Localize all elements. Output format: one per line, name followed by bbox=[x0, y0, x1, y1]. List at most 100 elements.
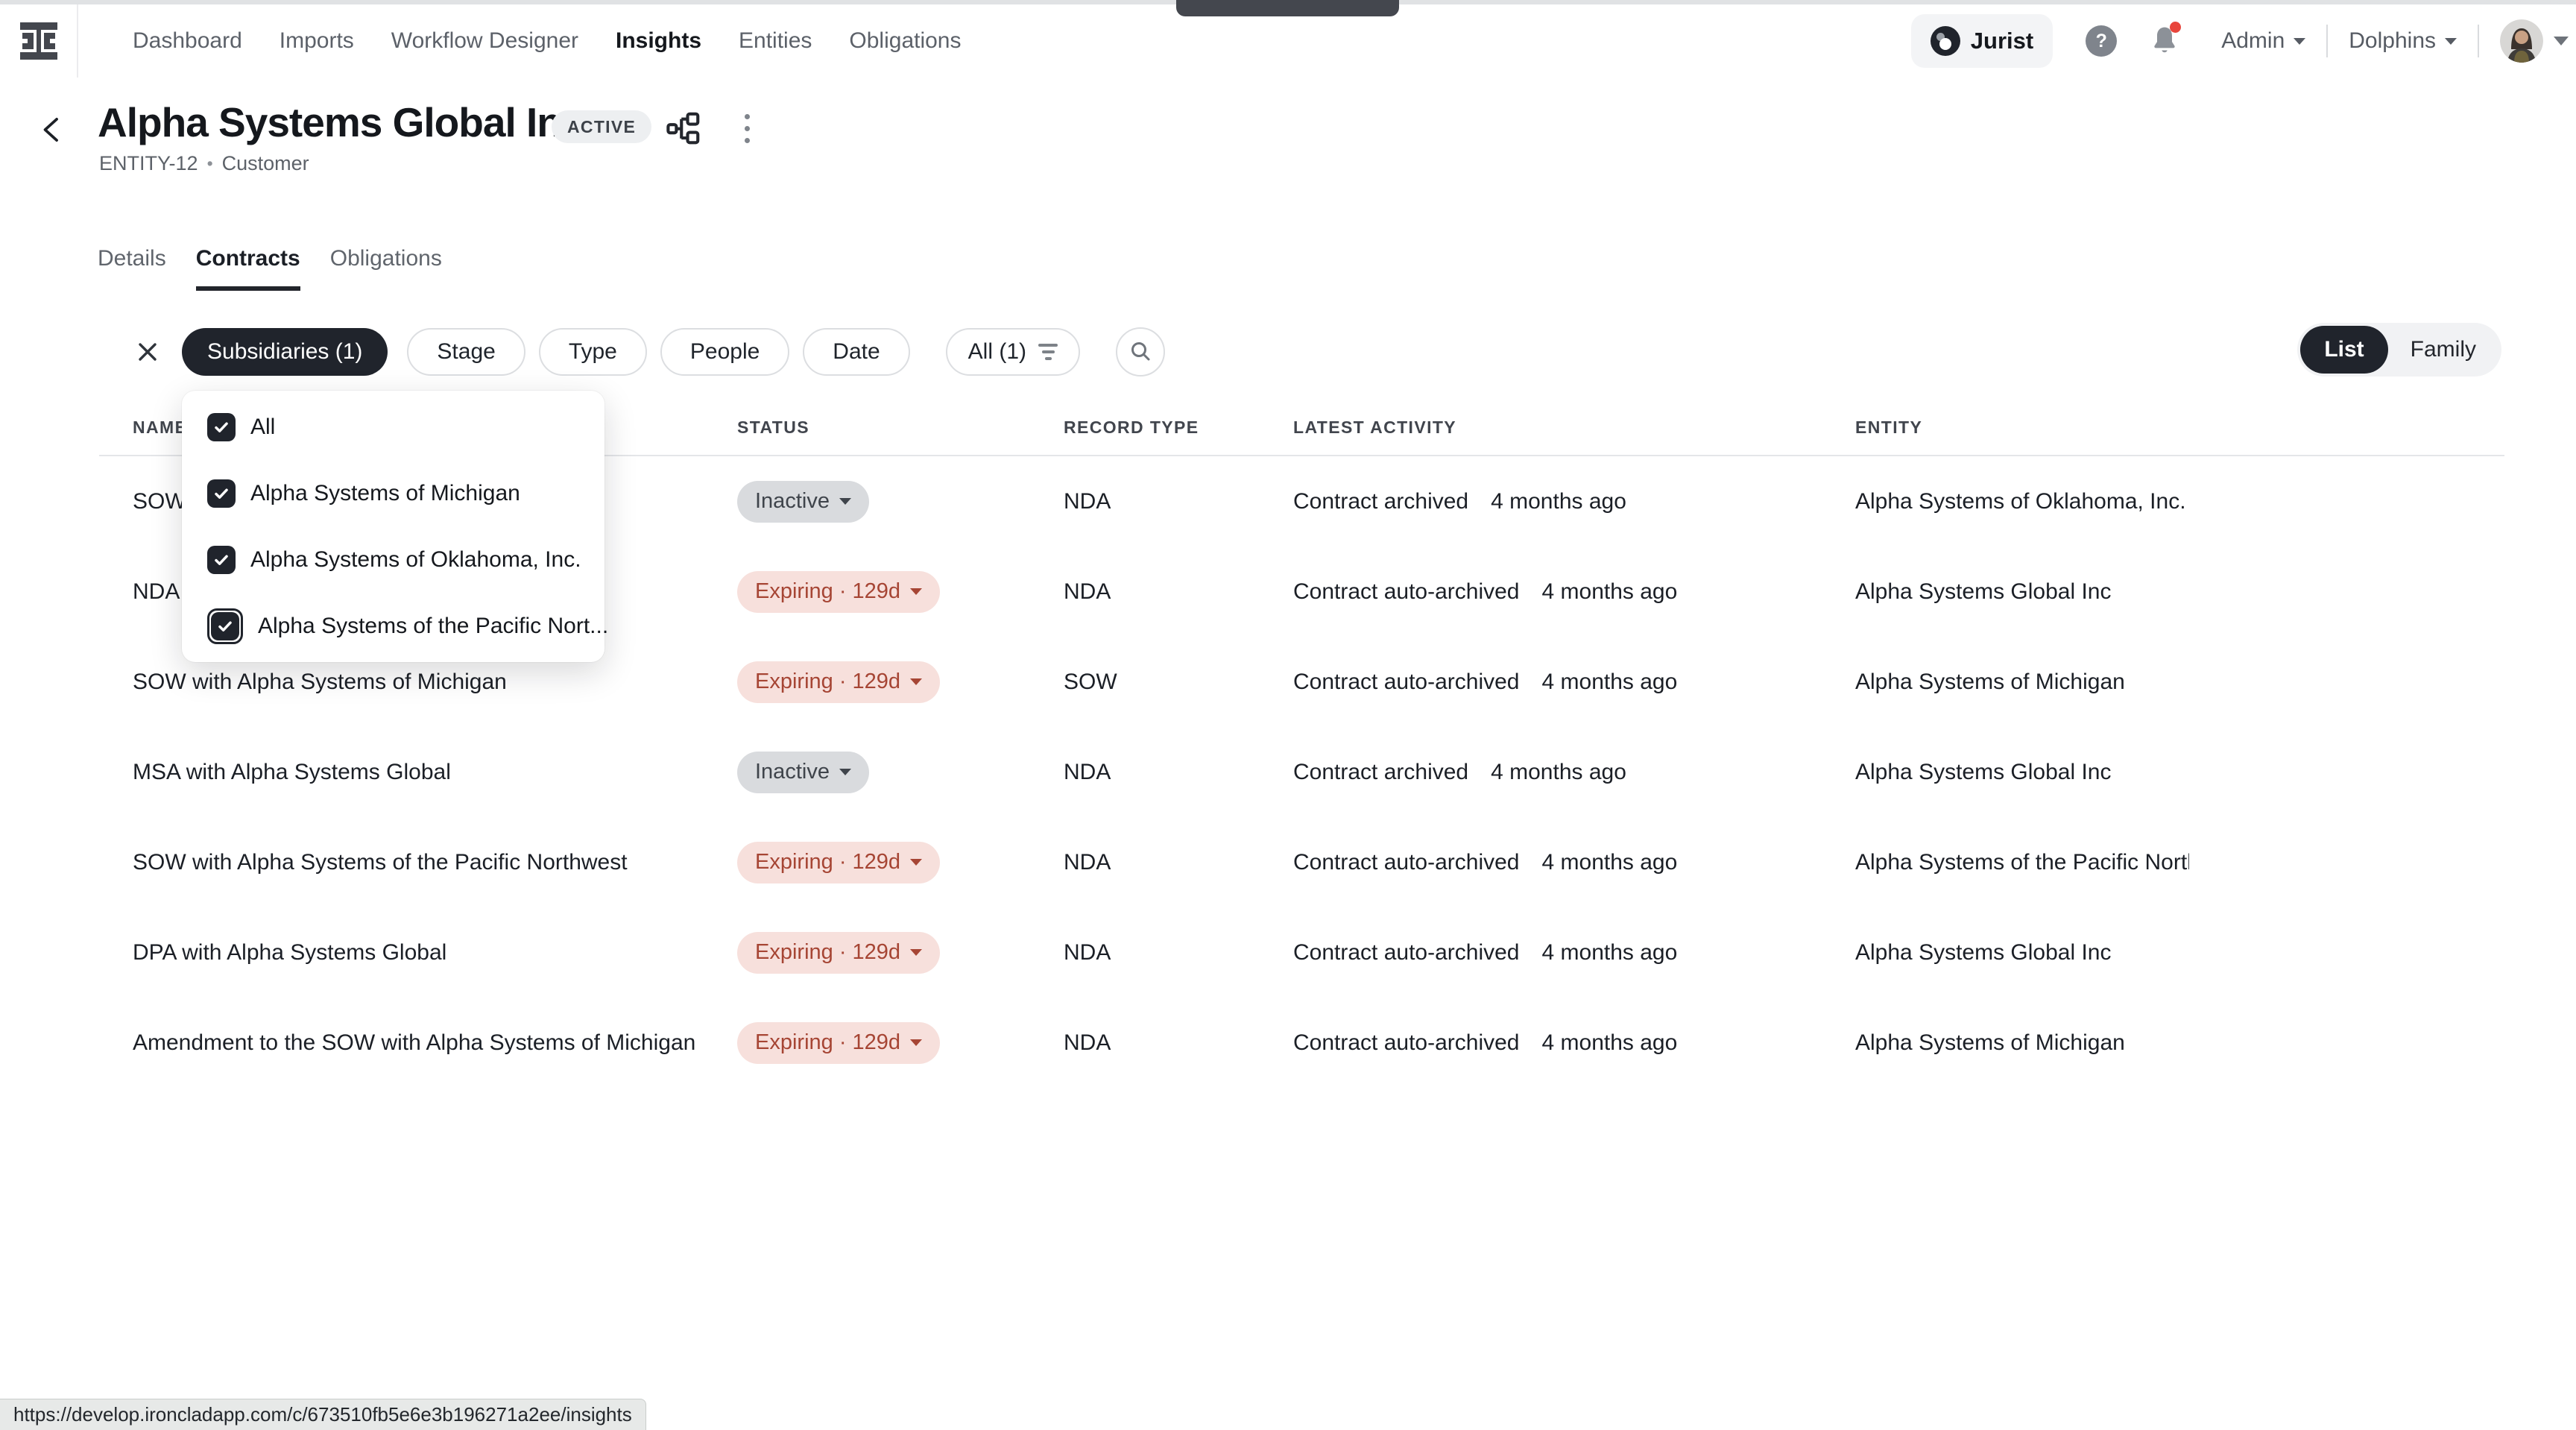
status-pill[interactable]: Inactive bbox=[737, 752, 869, 793]
team-label: Dolphins bbox=[2349, 28, 2436, 54]
dropdown-option-label: All bbox=[250, 415, 275, 440]
dropdown-option-michigan[interactable]: Alpha Systems of Michigan bbox=[182, 460, 604, 526]
navbar-right-cluster: Jurist ? Admin Dolphins bbox=[1911, 4, 2569, 78]
status-badge: ACTIVE bbox=[552, 110, 651, 143]
entity-name: Alpha Systems Global Inc bbox=[1855, 907, 2189, 998]
dropdown-option-oklahoma[interactable]: Alpha Systems of Oklahoma, Inc. bbox=[182, 526, 604, 593]
notifications-button[interactable] bbox=[2150, 25, 2179, 57]
subsidiaries-dropdown: All Alpha Systems of Michigan Alpha Syst… bbox=[182, 391, 604, 662]
status-pill[interactable]: Expiring · 129d bbox=[737, 842, 940, 883]
dropdown-option-all[interactable]: All bbox=[182, 394, 604, 460]
chevron-down-icon bbox=[910, 859, 922, 866]
nav-item-imports[interactable]: Imports bbox=[280, 28, 354, 54]
avatar[interactable] bbox=[2500, 19, 2543, 63]
filter-subsidiaries[interactable]: Subsidiaries (1) bbox=[182, 328, 388, 376]
checkbox-checked-focused[interactable] bbox=[211, 612, 239, 640]
close-icon bbox=[136, 340, 160, 364]
entity-name: Alpha Systems Global Inc bbox=[1855, 547, 2189, 637]
back-button[interactable] bbox=[37, 113, 66, 146]
more-options-button[interactable] bbox=[733, 109, 760, 148]
entity-name: Alpha Systems of Oklahoma, Inc. bbox=[1855, 456, 2189, 547]
activity-text: Contract auto-archived bbox=[1293, 940, 1520, 966]
activity-time: 4 months ago bbox=[1491, 760, 1626, 785]
entity-tabs: Details Contracts Obligations bbox=[98, 246, 442, 291]
ironclad-logo[interactable] bbox=[0, 4, 78, 78]
nav-item-workflow-designer[interactable]: Workflow Designer bbox=[391, 28, 578, 54]
view-toggle-list[interactable]: List bbox=[2300, 326, 2387, 374]
view-toggle: List Family bbox=[2297, 323, 2501, 377]
column-header-status: STATUS bbox=[737, 418, 809, 438]
app-root: Dashboard Imports Workflow Designer Insi… bbox=[0, 0, 2576, 1430]
filter-bar: Subsidiaries (1) Stage Type People Date … bbox=[133, 327, 1165, 377]
tab-details[interactable]: Details bbox=[98, 246, 166, 291]
hierarchy-button[interactable] bbox=[664, 110, 703, 146]
activity-time: 4 months ago bbox=[1542, 850, 1678, 875]
search-button[interactable] bbox=[1116, 327, 1165, 377]
entity-name: Alpha Systems of the Pacific Northwest bbox=[1855, 817, 2189, 907]
record-type: NDA bbox=[1064, 547, 1111, 637]
table-row[interactable]: SOW with Alpha Systems of the Pacific No… bbox=[99, 817, 2504, 907]
jurist-icon bbox=[1931, 26, 1960, 56]
activity-text: Contract auto-archived bbox=[1293, 579, 1520, 605]
contract-name[interactable]: Amendment to the SOW with Alpha Systems … bbox=[133, 998, 714, 1088]
contract-name[interactable]: DPA with Alpha Systems Global bbox=[133, 907, 714, 998]
help-button[interactable]: ? bbox=[2086, 25, 2117, 57]
dropdown-option-pacific-northwest[interactable]: Alpha Systems of the Pacific Nort... bbox=[182, 593, 604, 659]
entity-name: Alpha Systems of Michigan bbox=[1855, 998, 2189, 1088]
chevron-down-icon bbox=[910, 588, 922, 595]
chevron-down-icon bbox=[2445, 38, 2457, 45]
jurist-button[interactable]: Jurist bbox=[1911, 14, 2053, 68]
chevron-left-icon bbox=[39, 115, 64, 145]
filter-type[interactable]: Type bbox=[539, 328, 647, 376]
entity-type: Customer bbox=[222, 152, 309, 175]
entity-name: Alpha Systems Global Inc bbox=[1855, 727, 2189, 817]
tab-contracts[interactable]: Contracts bbox=[196, 246, 300, 291]
contract-name[interactable]: MSA with Alpha Systems Global bbox=[133, 727, 714, 817]
chevron-down-icon bbox=[910, 949, 922, 956]
team-menu[interactable]: Dolphins bbox=[2349, 28, 2457, 54]
status-pill[interactable]: Expiring · 129d bbox=[737, 571, 940, 613]
filter-all[interactable]: All (1) bbox=[946, 328, 1080, 376]
nav-item-dashboard[interactable]: Dashboard bbox=[133, 28, 242, 54]
status-pill[interactable]: Expiring · 129d bbox=[737, 661, 940, 703]
nav-item-insights[interactable]: Insights bbox=[616, 28, 701, 54]
chevron-down-icon bbox=[839, 498, 851, 505]
status-bar-url: https://develop.ironcladapp.com/c/673510… bbox=[0, 1399, 646, 1430]
top-overlay-fragment bbox=[1176, 0, 1399, 16]
checkbox-checked[interactable] bbox=[207, 413, 236, 441]
entity-name: Alpha Systems of Michigan bbox=[1855, 637, 2189, 727]
admin-label: Admin bbox=[2221, 28, 2285, 54]
status-pill[interactable]: Expiring · 129d bbox=[737, 1022, 940, 1064]
contract-name[interactable]: SOW with Alpha Systems of the Pacific No… bbox=[133, 817, 714, 907]
activity-text: Contract archived bbox=[1293, 489, 1468, 514]
filter-stage[interactable]: Stage bbox=[407, 328, 525, 376]
dropdown-option-label: Alpha Systems of Oklahoma, Inc. bbox=[250, 547, 581, 573]
record-type: NDA bbox=[1064, 727, 1111, 817]
clear-filters-button[interactable] bbox=[133, 337, 162, 367]
table-row[interactable]: DPA with Alpha Systems Global Expiring ·… bbox=[99, 907, 2504, 998]
record-type: SOW bbox=[1064, 637, 1117, 727]
entity-subtitle: ENTITY-12 • Customer bbox=[99, 152, 309, 175]
activity-time: 4 months ago bbox=[1542, 670, 1678, 695]
nav-item-obligations[interactable]: Obligations bbox=[849, 28, 961, 54]
activity-text: Contract auto-archived bbox=[1293, 670, 1520, 695]
avatar-chevron-icon[interactable] bbox=[2554, 37, 2569, 45]
status-pill[interactable]: Expiring · 129d bbox=[737, 932, 940, 974]
table-row[interactable]: Amendment to the SOW with Alpha Systems … bbox=[99, 998, 2504, 1088]
view-toggle-family[interactable]: Family bbox=[2388, 326, 2498, 374]
status-pill[interactable]: Inactive bbox=[737, 481, 869, 523]
dot-separator: • bbox=[207, 154, 213, 174]
record-type: NDA bbox=[1064, 817, 1111, 907]
org-chart-icon bbox=[666, 112, 701, 145]
filter-date[interactable]: Date bbox=[803, 328, 909, 376]
activity-time: 4 months ago bbox=[1542, 579, 1678, 605]
nav-item-entities[interactable]: Entities bbox=[739, 28, 812, 54]
checkbox-checked[interactable] bbox=[207, 479, 236, 508]
table-row[interactable]: MSA with Alpha Systems Global Inactive N… bbox=[99, 727, 2504, 817]
record-type: NDA bbox=[1064, 998, 1111, 1088]
checkbox-checked[interactable] bbox=[207, 546, 236, 574]
tab-obligations[interactable]: Obligations bbox=[330, 246, 442, 291]
filter-people[interactable]: People bbox=[660, 328, 789, 376]
activity-time: 4 months ago bbox=[1491, 489, 1626, 514]
admin-menu[interactable]: Admin bbox=[2221, 28, 2305, 54]
